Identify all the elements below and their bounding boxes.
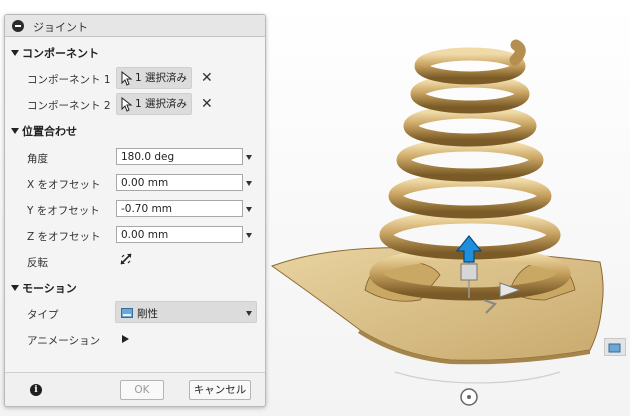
dropdown-icon[interactable] <box>246 207 252 212</box>
dropdown-icon[interactable] <box>246 155 252 160</box>
view-widget[interactable] <box>604 338 626 356</box>
section-collapse-icon <box>11 285 19 291</box>
dropdown-icon <box>246 311 252 316</box>
offset-z-input[interactable] <box>116 226 243 243</box>
cancel-button[interactable]: キャンセル <box>189 380 251 400</box>
flip-label: 反転 <box>27 257 48 269</box>
offset-z-label: Z をオフセット <box>27 231 101 243</box>
dropdown-icon[interactable] <box>246 233 252 238</box>
joint-type-select[interactable]: 剛性 <box>115 301 257 323</box>
joint-dialog: ジョイント コンポーネント コンポーネント 1 1 選択済み ✕ コンポーネント… <box>4 14 266 407</box>
clear-icon[interactable]: ✕ <box>201 97 213 111</box>
cursor-select-icon <box>121 71 133 86</box>
section-motion[interactable]: モーション <box>11 280 77 296</box>
offset-x-input[interactable] <box>116 174 243 191</box>
flip-icon[interactable] <box>119 252 133 266</box>
offset-y-input[interactable] <box>116 200 243 217</box>
clear-icon[interactable]: ✕ <box>201 71 213 85</box>
ok-button[interactable]: OK <box>120 380 164 400</box>
dialog-footer: i OK キャンセル <box>5 372 265 406</box>
ground-arc <box>394 371 561 384</box>
offset-y-label: Y をオフセット <box>27 205 100 217</box>
offset-x-label: X をオフセット <box>27 179 101 191</box>
dialog-title: ジョイント <box>33 21 88 34</box>
joint-type-icon <box>121 308 133 318</box>
component-1-select-button[interactable]: 1 選択済み <box>116 67 192 89</box>
play-icon[interactable] <box>122 335 129 343</box>
dropdown-icon[interactable] <box>246 181 252 186</box>
section-collapse-icon <box>11 128 19 134</box>
angle-input[interactable] <box>116 148 243 165</box>
info-icon[interactable]: i <box>30 384 42 396</box>
section-component[interactable]: コンポーネント <box>11 45 99 61</box>
angle-label: 角度 <box>27 153 48 165</box>
joint-type-value: 剛性 <box>137 308 158 320</box>
type-label: タイプ <box>27 309 59 321</box>
component-1-label: コンポーネント 1 <box>27 74 111 86</box>
collapse-icon[interactable] <box>12 20 24 32</box>
section-alignment[interactable]: 位置合わせ <box>11 123 77 139</box>
animation-label: アニメーション <box>27 335 101 347</box>
component-2-select-button[interactable]: 1 選択済み <box>116 93 192 115</box>
section-collapse-icon <box>11 50 19 56</box>
component-2-label: コンポーネント 2 <box>27 100 111 112</box>
dialog-header: ジョイント <box>5 15 265 37</box>
cursor-select-icon <box>121 97 133 112</box>
